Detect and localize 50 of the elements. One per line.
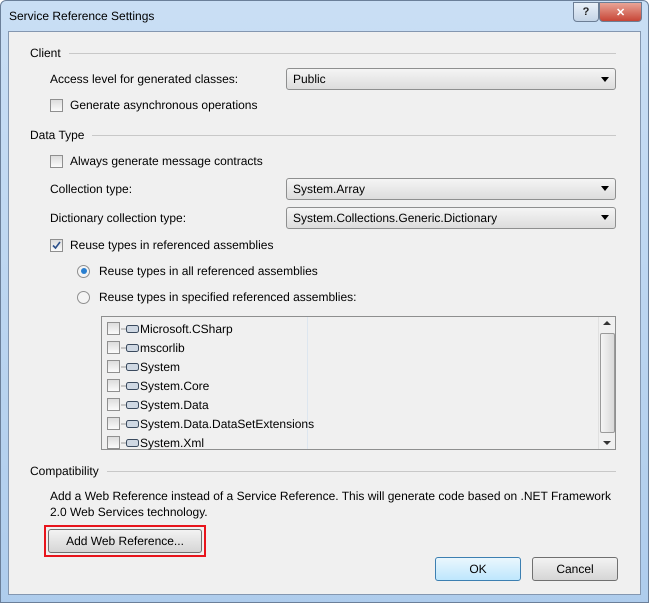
window-title: Service Reference Settings (9, 9, 156, 23)
cancel-button[interactable]: Cancel (532, 557, 618, 581)
assembly-name[interactable]: System.Data (140, 398, 209, 412)
radio-button[interactable] (77, 290, 90, 304)
dropdown-arrow-icon (601, 215, 609, 220)
checkbox[interactable] (107, 379, 120, 392)
field-label: Access level for generated classes: (50, 72, 240, 86)
checkbox[interactable] (50, 238, 63, 252)
checkbox[interactable] (50, 154, 63, 168)
radio-label: Reuse types in all referenced assemblies (99, 264, 318, 278)
assembly-name[interactable]: System.Xml (140, 436, 204, 450)
help-button[interactable]: ? (573, 2, 599, 22)
dropdown-arrow-icon (601, 76, 609, 82)
section-heading: Client (30, 46, 61, 60)
checkbox[interactable] (107, 436, 120, 449)
radio-button[interactable] (77, 264, 90, 278)
field-label: Dictionary collection type: (50, 210, 188, 224)
description-text: Add a Web Reference instead of a Service Reference. This will generate code based on .NET Framework 2.0 Web Services technology. (50, 488, 612, 520)
field-label: Collection type: (50, 182, 134, 196)
ok-button[interactable]: OK (435, 557, 521, 581)
dictionary-type-dropdown[interactable]: System.Collections.Generic.Dictionary (286, 206, 616, 228)
assembly-name[interactable]: Microsoft.CSharp (140, 322, 233, 336)
checkbox[interactable] (50, 98, 63, 112)
assembly-icon (121, 400, 139, 410)
checkbox-label: Reuse types in referenced assemblies (70, 238, 274, 252)
scrollbar[interactable] (598, 317, 615, 449)
add-web-reference-button[interactable]: Add Web Reference... (48, 529, 202, 553)
checkbox[interactable] (107, 398, 120, 411)
assembly-icon (121, 342, 139, 352)
assembly-icon (121, 438, 139, 448)
assembly-icon (121, 324, 139, 334)
checkbox[interactable] (107, 417, 120, 430)
checkbox[interactable] (107, 360, 120, 373)
assembly-icon (121, 380, 139, 390)
assembly-name[interactable]: mscorlib (140, 340, 185, 354)
section-heading: Data Type (30, 128, 84, 142)
radio-label: Reuse types in specified referenced assemblies: (99, 290, 356, 304)
checkbox[interactable] (107, 341, 120, 354)
assembly-name[interactable]: System (140, 360, 180, 374)
collection-type-dropdown[interactable]: System.Array (286, 178, 616, 200)
checkbox-label: Generate asynchronous operations (70, 98, 258, 112)
checkbox-label: Always generate message contracts (70, 154, 263, 168)
access-level-dropdown[interactable]: Public (286, 68, 616, 90)
checkbox[interactable] (107, 322, 120, 335)
assembly-icon (121, 362, 139, 372)
assembly-name[interactable]: System.Core (140, 378, 210, 392)
assembly-icon (121, 418, 139, 428)
dropdown-arrow-icon (601, 186, 609, 191)
assembly-name[interactable]: System.Data.DataSetExtensions (140, 416, 314, 430)
section-heading: Compatibility (30, 464, 99, 478)
